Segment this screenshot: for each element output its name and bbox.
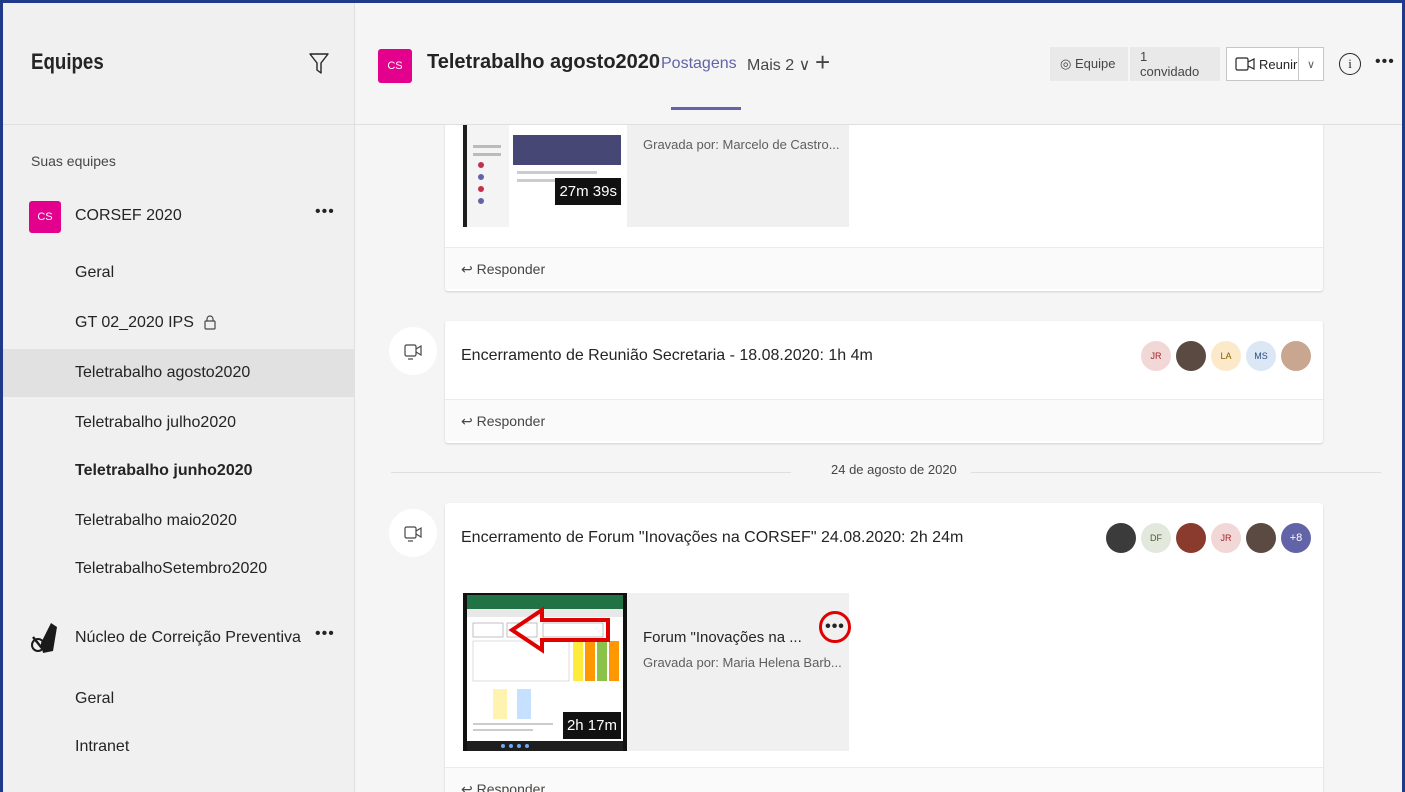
tab-more-dropdown[interactable]: Mais 2 ∨ (747, 55, 810, 75)
team-logo-icon (31, 623, 57, 653)
tab-postagens[interactable]: Postagens (661, 55, 737, 73)
channel-label: Intranet (75, 738, 130, 755)
participant-avatar[interactable]: JR (1211, 523, 1241, 553)
annotation-arrow-icon (508, 606, 610, 654)
date-label: 24 de agosto de 2020 (831, 462, 957, 477)
recording-card[interactable]: 27m 39s Gravada por: Marcelo de Castro..… (463, 125, 849, 227)
team-name: Núcleo de Correição Preventiva (75, 629, 301, 646)
meeting-title: Encerramento de Forum "Inovações na CORS… (461, 529, 964, 546)
team-avatar: CS (29, 201, 61, 233)
divider (391, 472, 791, 473)
channel-avatar: CS (378, 49, 412, 83)
meet-button[interactable]: Reunir ∨ (1226, 47, 1324, 81)
teams-sidebar: Equipes Suas equipes CS CORSEF 2020 ••• … (3, 3, 355, 792)
channel-label: Geral (75, 264, 115, 281)
meeting-icon-bubble (389, 327, 437, 375)
post-card: Encerramento de Reunião Secretaria - 18.… (445, 321, 1323, 443)
post-card: 27m 39s Gravada por: Marcelo de Castro..… (445, 125, 1323, 291)
divider (971, 472, 1381, 473)
video-camera-icon (404, 344, 422, 360)
team-corsef-2020[interactable]: CS CORSEF 2020 ••• (3, 193, 355, 241)
participant-photo-avatar[interactable] (1176, 523, 1206, 553)
more-options-icon[interactable]: ••• (315, 203, 335, 221)
channel-label: Teletrabalho maio2020 (75, 512, 237, 529)
app-window: Equipes Suas equipes CS CORSEF 2020 ••• … (0, 0, 1405, 792)
participant-avatar[interactable]: MS (1246, 341, 1276, 371)
meet-label: Reunir (1259, 56, 1298, 72)
thumbnail-image (463, 125, 627, 227)
section-label: Suas equipes (31, 153, 116, 169)
recording-duration: 27m 39s (555, 178, 621, 205)
meeting-icon-bubble (389, 509, 437, 557)
channel-teletrabalhosetembro2020[interactable]: TeletrabalhoSetembro2020 (3, 545, 355, 593)
channel-label: TeletrabalhoSetembro2020 (75, 560, 268, 577)
channel-label: Teletrabalho julho2020 (75, 414, 237, 431)
sidebar-header: Equipes (3, 3, 354, 125)
channel-intranet[interactable]: Intranet (3, 723, 355, 771)
reply-button[interactable]: ↩ Responder (445, 247, 1323, 289)
team-nucleo-correicao-preventiva[interactable]: Núcleo de Correição Preventiva ••• (3, 615, 355, 663)
meet-now-button[interactable]: Reunir (1227, 48, 1299, 80)
participant-avatars[interactable]: JR LA MS (1141, 341, 1311, 371)
more-participants-count[interactable]: +8 (1281, 523, 1311, 553)
channel-teletrabalho-junho2020[interactable]: Teletrabalho junho2020 (3, 447, 355, 495)
more-options-icon[interactable]: ••• (1375, 53, 1395, 71)
participant-photo-avatar[interactable] (1176, 341, 1206, 371)
info-icon[interactable]: i (1339, 53, 1361, 75)
more-options-icon[interactable]: ••• (315, 625, 335, 643)
meeting-title: Encerramento de Reunião Secretaria - 18.… (461, 347, 873, 364)
participant-avatar[interactable]: LA (1211, 341, 1241, 371)
reply-button[interactable]: ↩ Responder (445, 767, 1323, 792)
channel-teletrabalho-agosto2020[interactable]: Teletrabalho agosto2020 (3, 349, 355, 397)
active-tab-indicator (671, 107, 741, 110)
participant-avatar[interactable]: JR (1141, 341, 1171, 371)
guest-count-button[interactable]: 1 convidado (1130, 47, 1220, 81)
meet-options-chevron-icon[interactable]: ∨ (1299, 58, 1323, 71)
lock-icon (204, 315, 216, 330)
participant-photo-avatar[interactable] (1281, 341, 1311, 371)
date-separator: 24 de agosto de 2020 (391, 462, 1381, 477)
channel-label: Teletrabalho agosto2020 (75, 364, 251, 381)
reply-button[interactable]: ↩ Responder (445, 399, 1323, 441)
channel-label: GT 02_2020 IPS (75, 314, 194, 331)
channel-teletrabalho-julho2020[interactable]: Teletrabalho julho2020 (3, 399, 355, 447)
recording-more-options-icon[interactable]: ••• (819, 611, 851, 643)
channel-gt-02-2020-ips[interactable]: GT 02_2020 IPS (3, 299, 355, 347)
video-camera-icon (1235, 57, 1255, 71)
team-button[interactable]: ◎ Equipe (1050, 47, 1128, 81)
channel-label: Geral (75, 690, 115, 707)
add-tab-button[interactable]: + (815, 47, 830, 78)
posts-feed: 27m 39s Gravada por: Marcelo de Castro..… (355, 125, 1402, 792)
channel-geral[interactable]: Geral (3, 249, 355, 297)
team-name: CORSEF 2020 (75, 207, 182, 224)
channel-geral[interactable]: Geral (3, 675, 355, 723)
participant-avatar[interactable]: DF (1141, 523, 1171, 553)
recorded-by: Gravada por: Marcelo de Castro... (643, 137, 840, 152)
video-camera-icon (404, 526, 422, 542)
filter-icon[interactable] (309, 53, 329, 75)
channel-teletrabalho-maio2020[interactable]: Teletrabalho maio2020 (3, 497, 355, 545)
participant-avatars[interactable]: DF JR +8 (1106, 523, 1311, 553)
channel-header: CS Teletrabalho agosto2020 Postagens Mai… (355, 3, 1402, 125)
recorded-by: Gravada por: Maria Helena Barb... (643, 655, 842, 670)
channel-title: Teletrabalho agosto2020 (427, 51, 661, 73)
participant-photo-avatar[interactable] (1106, 523, 1136, 553)
sidebar-title: Equipes (31, 49, 104, 74)
participant-photo-avatar[interactable] (1246, 523, 1276, 553)
recording-title: Forum "Inovações na ... (643, 629, 802, 646)
recording-duration: 2h 17m (562, 712, 621, 739)
recording-thumbnail[interactable]: 27m 39s (463, 125, 627, 227)
channel-label: Teletrabalho junho2020 (75, 462, 253, 479)
channel-main: CS Teletrabalho agosto2020 Postagens Mai… (355, 3, 1402, 792)
